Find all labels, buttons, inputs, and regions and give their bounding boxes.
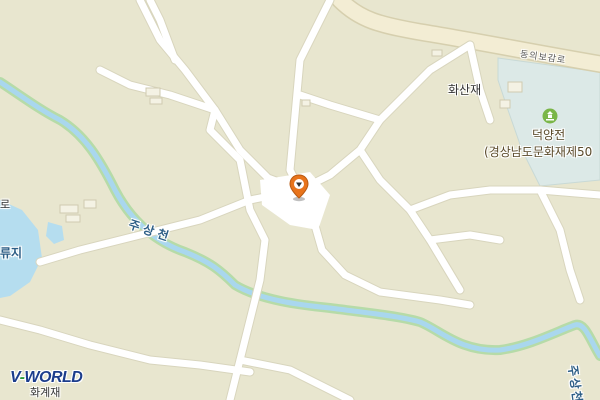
heritage-name: 덕양전 (532, 128, 566, 142)
location-marker[interactable] (288, 174, 310, 202)
left-edge-label: 로 (0, 198, 11, 211)
heritage-poi[interactable]: 덕양전 (경상남도문화재제50 (484, 108, 600, 164)
location-pin-icon (289, 174, 309, 202)
reservoir-label: 류지 (0, 246, 23, 260)
heritage-designation: (경상남도문화재제50 (484, 145, 593, 159)
village-label: 화산재 (448, 83, 482, 97)
cultural-heritage-icon (542, 108, 558, 124)
vworld-logo[interactable]: V-WORLD (10, 368, 83, 388)
map-viewport[interactable]: 주상천 주상천 류지 화산재 동의보감로 화계재 로 덕양전 (경상남도문화재제… (0, 0, 600, 400)
logo-text: V-WORLD (10, 369, 83, 386)
